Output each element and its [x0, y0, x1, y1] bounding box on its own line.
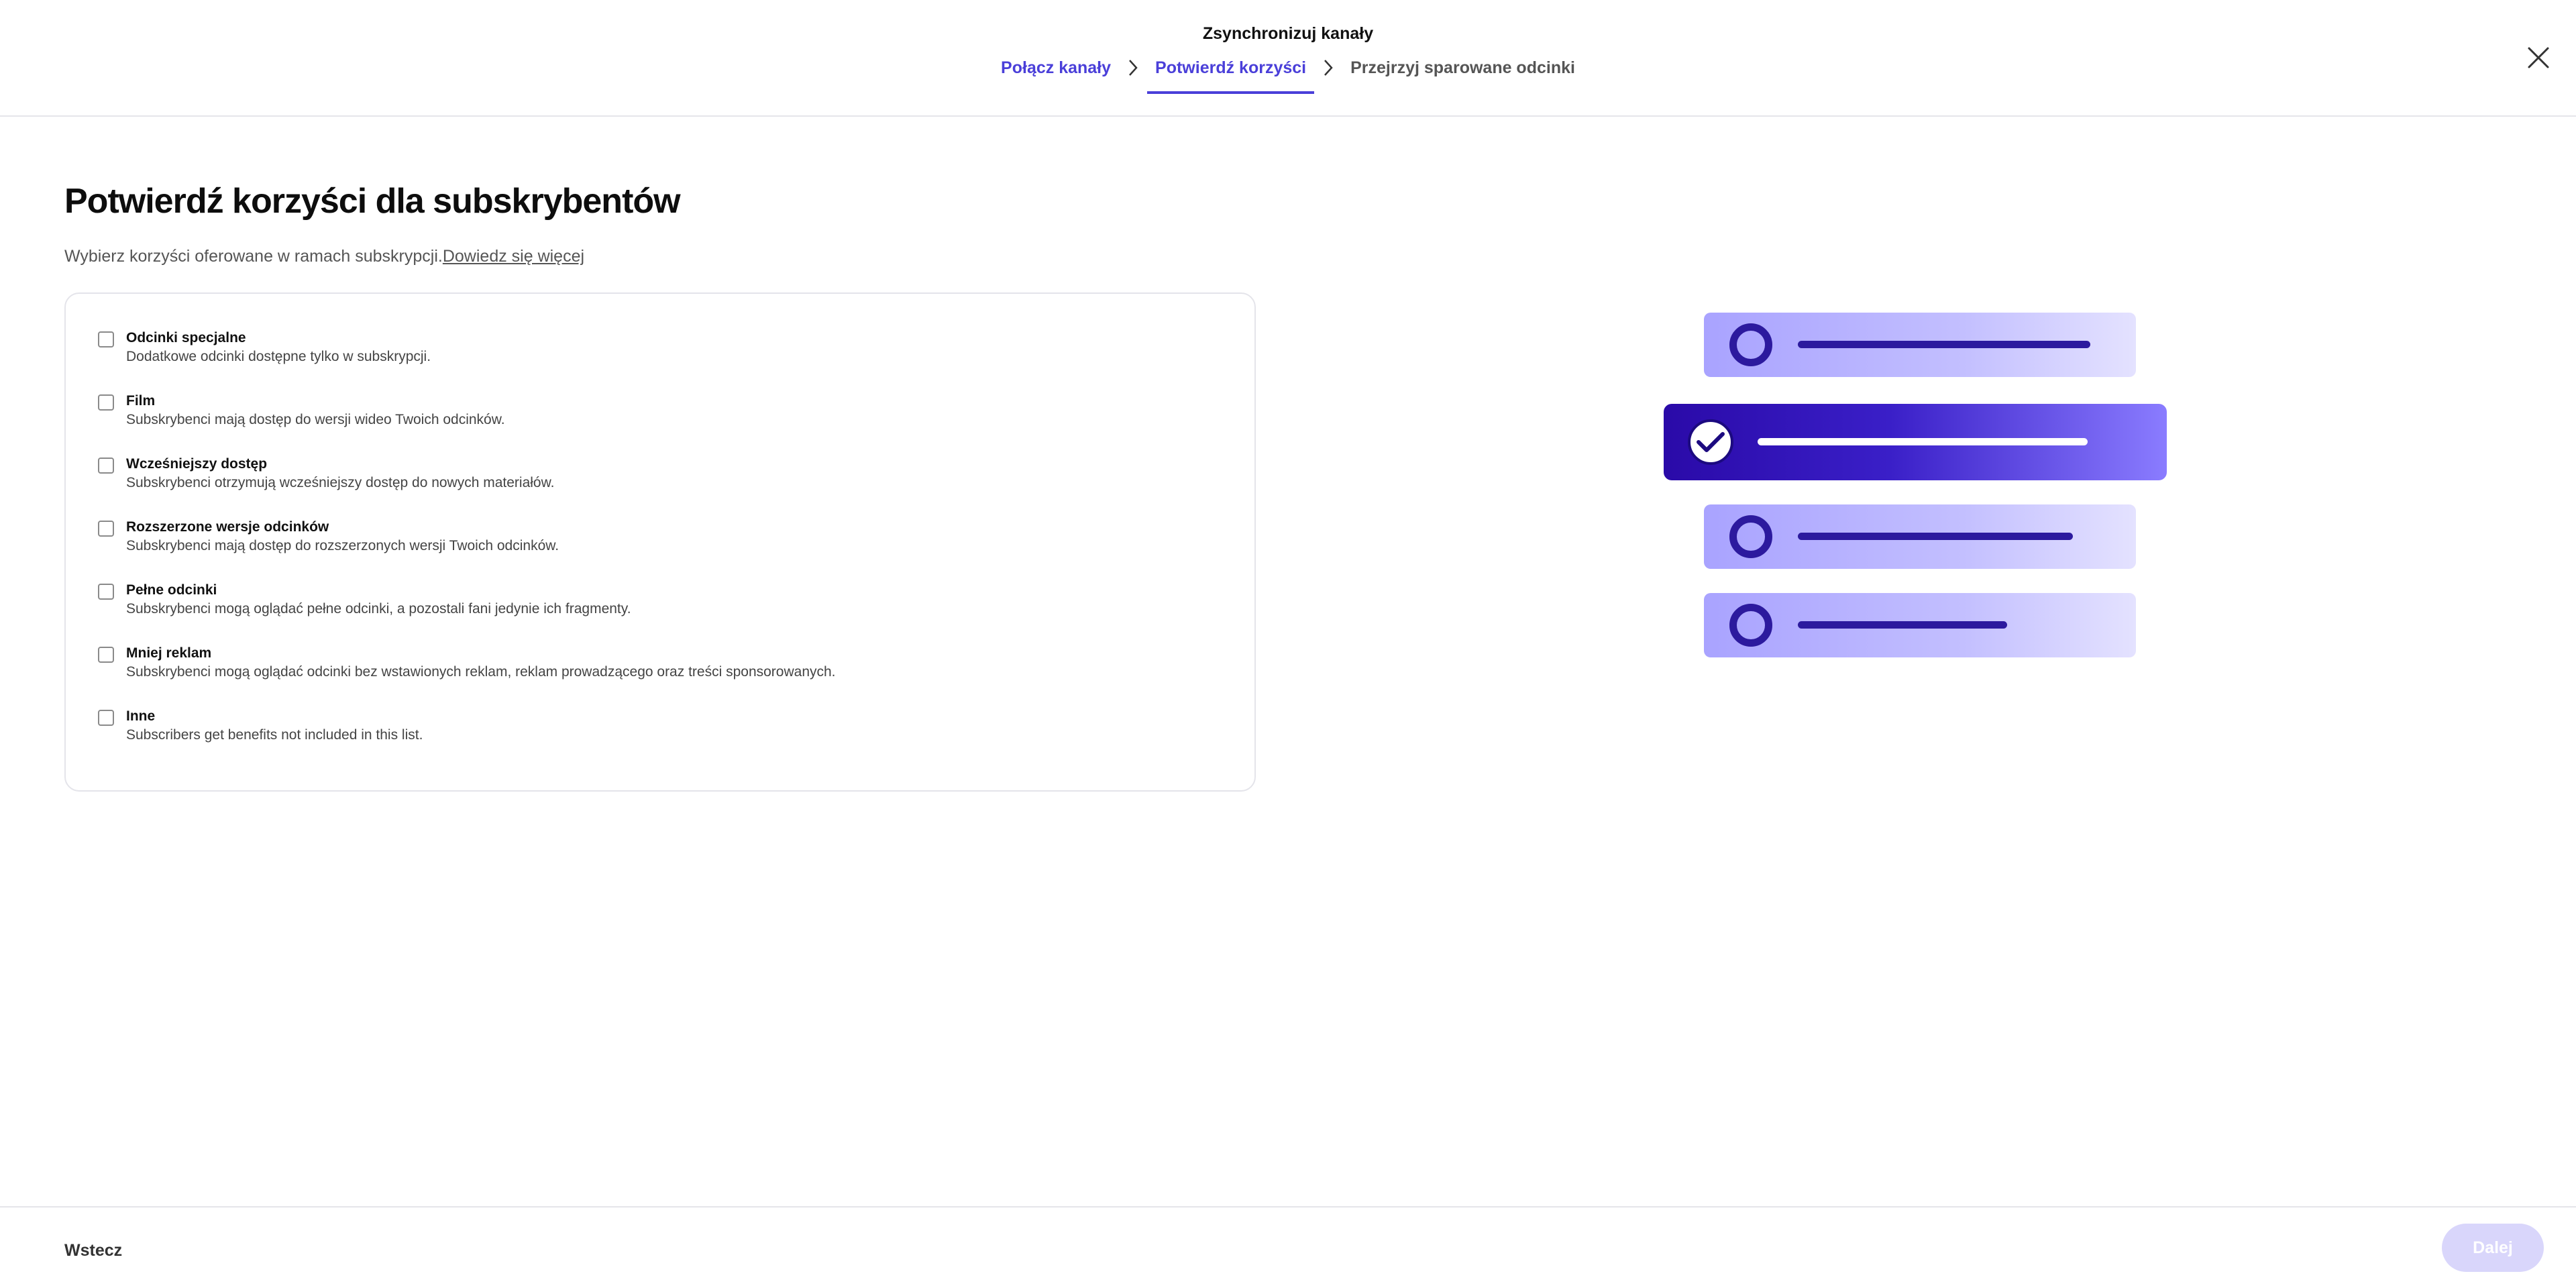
modal-header: Zsynchronizuj kanały Połącz kanały Potwi…	[0, 0, 2576, 117]
benefit-text: Film Subskrybenci mają dostęp do wersji …	[126, 392, 505, 429]
close-button[interactable]	[2526, 46, 2551, 70]
benefit-item[interactable]: Odcinki specjalne Dodatkowe odcinki dost…	[98, 329, 1222, 392]
close-icon	[2528, 47, 2549, 68]
modal-title: Zsynchronizuj kanały	[1202, 24, 1374, 43]
page-title: Potwierdź korzyści dla subskrybentów	[64, 182, 681, 221]
illustration-row	[1704, 313, 2136, 377]
benefit-checkbox[interactable]	[98, 710, 114, 726]
benefit-text: Wcześniejszy dostęp Subskrybenci otrzymu…	[126, 455, 554, 492]
benefit-item[interactable]: Pełne odcinki Subskrybenci mogą oglądać …	[98, 581, 1222, 644]
benefit-name: Film	[126, 393, 156, 409]
benefit-name: Rozszerzone wersje odcinków	[126, 519, 329, 535]
step-connect-channels[interactable]: Połącz kanały	[993, 58, 1119, 94]
page-subtitle: Wybierz korzyści oferowane w ramach subs…	[64, 247, 584, 266]
check-circle-icon	[1688, 419, 1733, 465]
benefit-text: Mniej reklam Subskrybenci mogą oglądać o…	[126, 644, 836, 682]
benefit-name: Wcześniejszy dostęp	[126, 456, 268, 472]
stepper: Połącz kanały Potwierdź korzyści Przejrz…	[0, 58, 2576, 94]
back-button[interactable]: Wstecz	[64, 1241, 122, 1260]
chevron-right-icon	[1126, 58, 1140, 78]
illustration-line	[1758, 438, 2088, 445]
benefit-description: Subskrybenci mogą oglądać odcinki bez ws…	[126, 664, 836, 680]
benefit-item[interactable]: Mniej reklam Subskrybenci mogą oglądać o…	[98, 644, 1222, 707]
illustration-line	[1798, 621, 2007, 629]
step-review-episodes: Przejrzyj sparowane odcinki	[1350, 58, 1575, 77]
modal-footer: Wstecz Dalej	[0, 1206, 2576, 1288]
illustration-line	[1798, 533, 2073, 540]
illustration-row-selected	[1664, 404, 2167, 480]
benefit-name: Odcinki specjalne	[126, 330, 246, 345]
benefit-description: Subskrybenci mają dostęp do wersji wideo…	[126, 412, 505, 427]
benefit-checkbox[interactable]	[98, 647, 114, 663]
subtitle-text: Wybierz korzyści oferowane w ramach subs…	[64, 247, 443, 266]
benefit-description: Subscribers get benefits not included in…	[126, 727, 423, 743]
chevron-right-icon	[1321, 58, 1336, 78]
benefit-item[interactable]: Film Subskrybenci mają dostęp do wersji …	[98, 392, 1222, 455]
benefit-item[interactable]: Wcześniejszy dostęp Subskrybenci otrzymu…	[98, 455, 1222, 518]
next-button[interactable]: Dalej	[2442, 1224, 2544, 1272]
benefit-description: Subskrybenci mają dostęp do rozszerzonyc…	[126, 538, 559, 553]
benefits-list: Odcinki specjalne Dodatkowe odcinki dost…	[64, 292, 1256, 792]
illustration-line	[1798, 341, 2090, 348]
step-confirm-benefits[interactable]: Potwierdź korzyści	[1147, 58, 1315, 94]
benefit-checkbox[interactable]	[98, 521, 114, 537]
benefit-text: Rozszerzone wersje odcinków Subskrybenci…	[126, 518, 559, 555]
benefit-name: Mniej reklam	[126, 645, 212, 661]
circle-icon	[1729, 604, 1772, 647]
benefit-checkbox[interactable]	[98, 584, 114, 600]
benefit-text: Pełne odcinki Subskrybenci mogą oglądać …	[126, 581, 631, 619]
learn-more-link[interactable]: Dowiedz się więcej	[443, 247, 584, 266]
circle-icon	[1729, 515, 1772, 558]
circle-icon	[1729, 323, 1772, 366]
benefit-item[interactable]: Inne Subscribers get benefits not includ…	[98, 707, 1222, 770]
illustration-row	[1704, 593, 2136, 657]
benefit-description: Dodatkowe odcinki dostępne tylko w subsk…	[126, 349, 431, 364]
illustration-row	[1704, 504, 2136, 569]
benefit-checkbox[interactable]	[98, 458, 114, 474]
benefit-description: Subskrybenci mogą oglądać pełne odcinki,…	[126, 601, 631, 616]
benefit-item[interactable]: Rozszerzone wersje odcinków Subskrybenci…	[98, 518, 1222, 581]
benefit-description: Subskrybenci otrzymują wcześniejszy dost…	[126, 475, 555, 490]
benefit-text: Odcinki specjalne Dodatkowe odcinki dost…	[126, 329, 431, 366]
benefit-checkbox[interactable]	[98, 331, 114, 347]
benefit-text: Inne Subscribers get benefits not includ…	[126, 707, 423, 745]
benefit-name: Pełne odcinki	[126, 582, 217, 598]
checklist-illustration	[1664, 313, 2167, 661]
benefit-name: Inne	[126, 708, 156, 724]
benefit-checkbox[interactable]	[98, 394, 114, 411]
